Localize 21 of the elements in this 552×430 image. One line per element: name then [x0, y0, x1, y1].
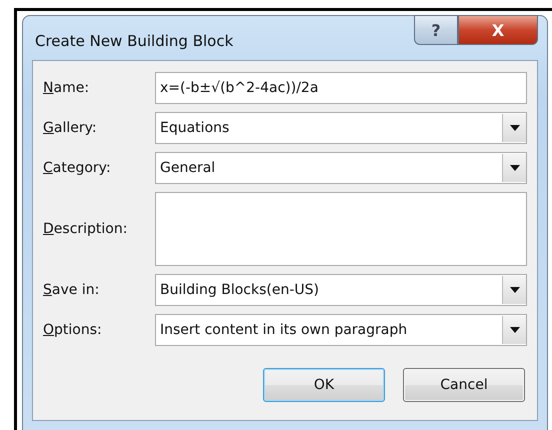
- help-button[interactable]: ?: [414, 15, 458, 45]
- field-label: Description:: [43, 221, 128, 237]
- text-field[interactable]: x=(-b±√(b^2-4ac))/2a: [155, 72, 527, 104]
- field-label: Options:: [43, 322, 103, 338]
- caret-icon: [510, 165, 520, 171]
- caret-icon: [510, 287, 520, 293]
- caret-icon: [510, 327, 520, 333]
- dropdown[interactable]: Equations: [155, 112, 527, 144]
- dropdown[interactable]: Building Blocks(en-US): [155, 274, 527, 306]
- caret-icon: [510, 125, 520, 131]
- dropdown[interactable]: Insert content in its own paragraph: [155, 314, 527, 346]
- text-area[interactable]: [155, 192, 527, 266]
- field-label: Category:: [43, 160, 112, 176]
- close-button[interactable]: X: [458, 15, 538, 45]
- field-label: Save in:: [43, 282, 100, 298]
- window-title: Create New Building Block: [35, 32, 234, 50]
- field-label: Name:: [43, 80, 90, 96]
- ok-button[interactable]: OK: [263, 368, 385, 402]
- field-label: Gallery:: [43, 120, 98, 136]
- cancel-button[interactable]: Cancel: [403, 368, 525, 402]
- dropdown[interactable]: General: [155, 152, 527, 184]
